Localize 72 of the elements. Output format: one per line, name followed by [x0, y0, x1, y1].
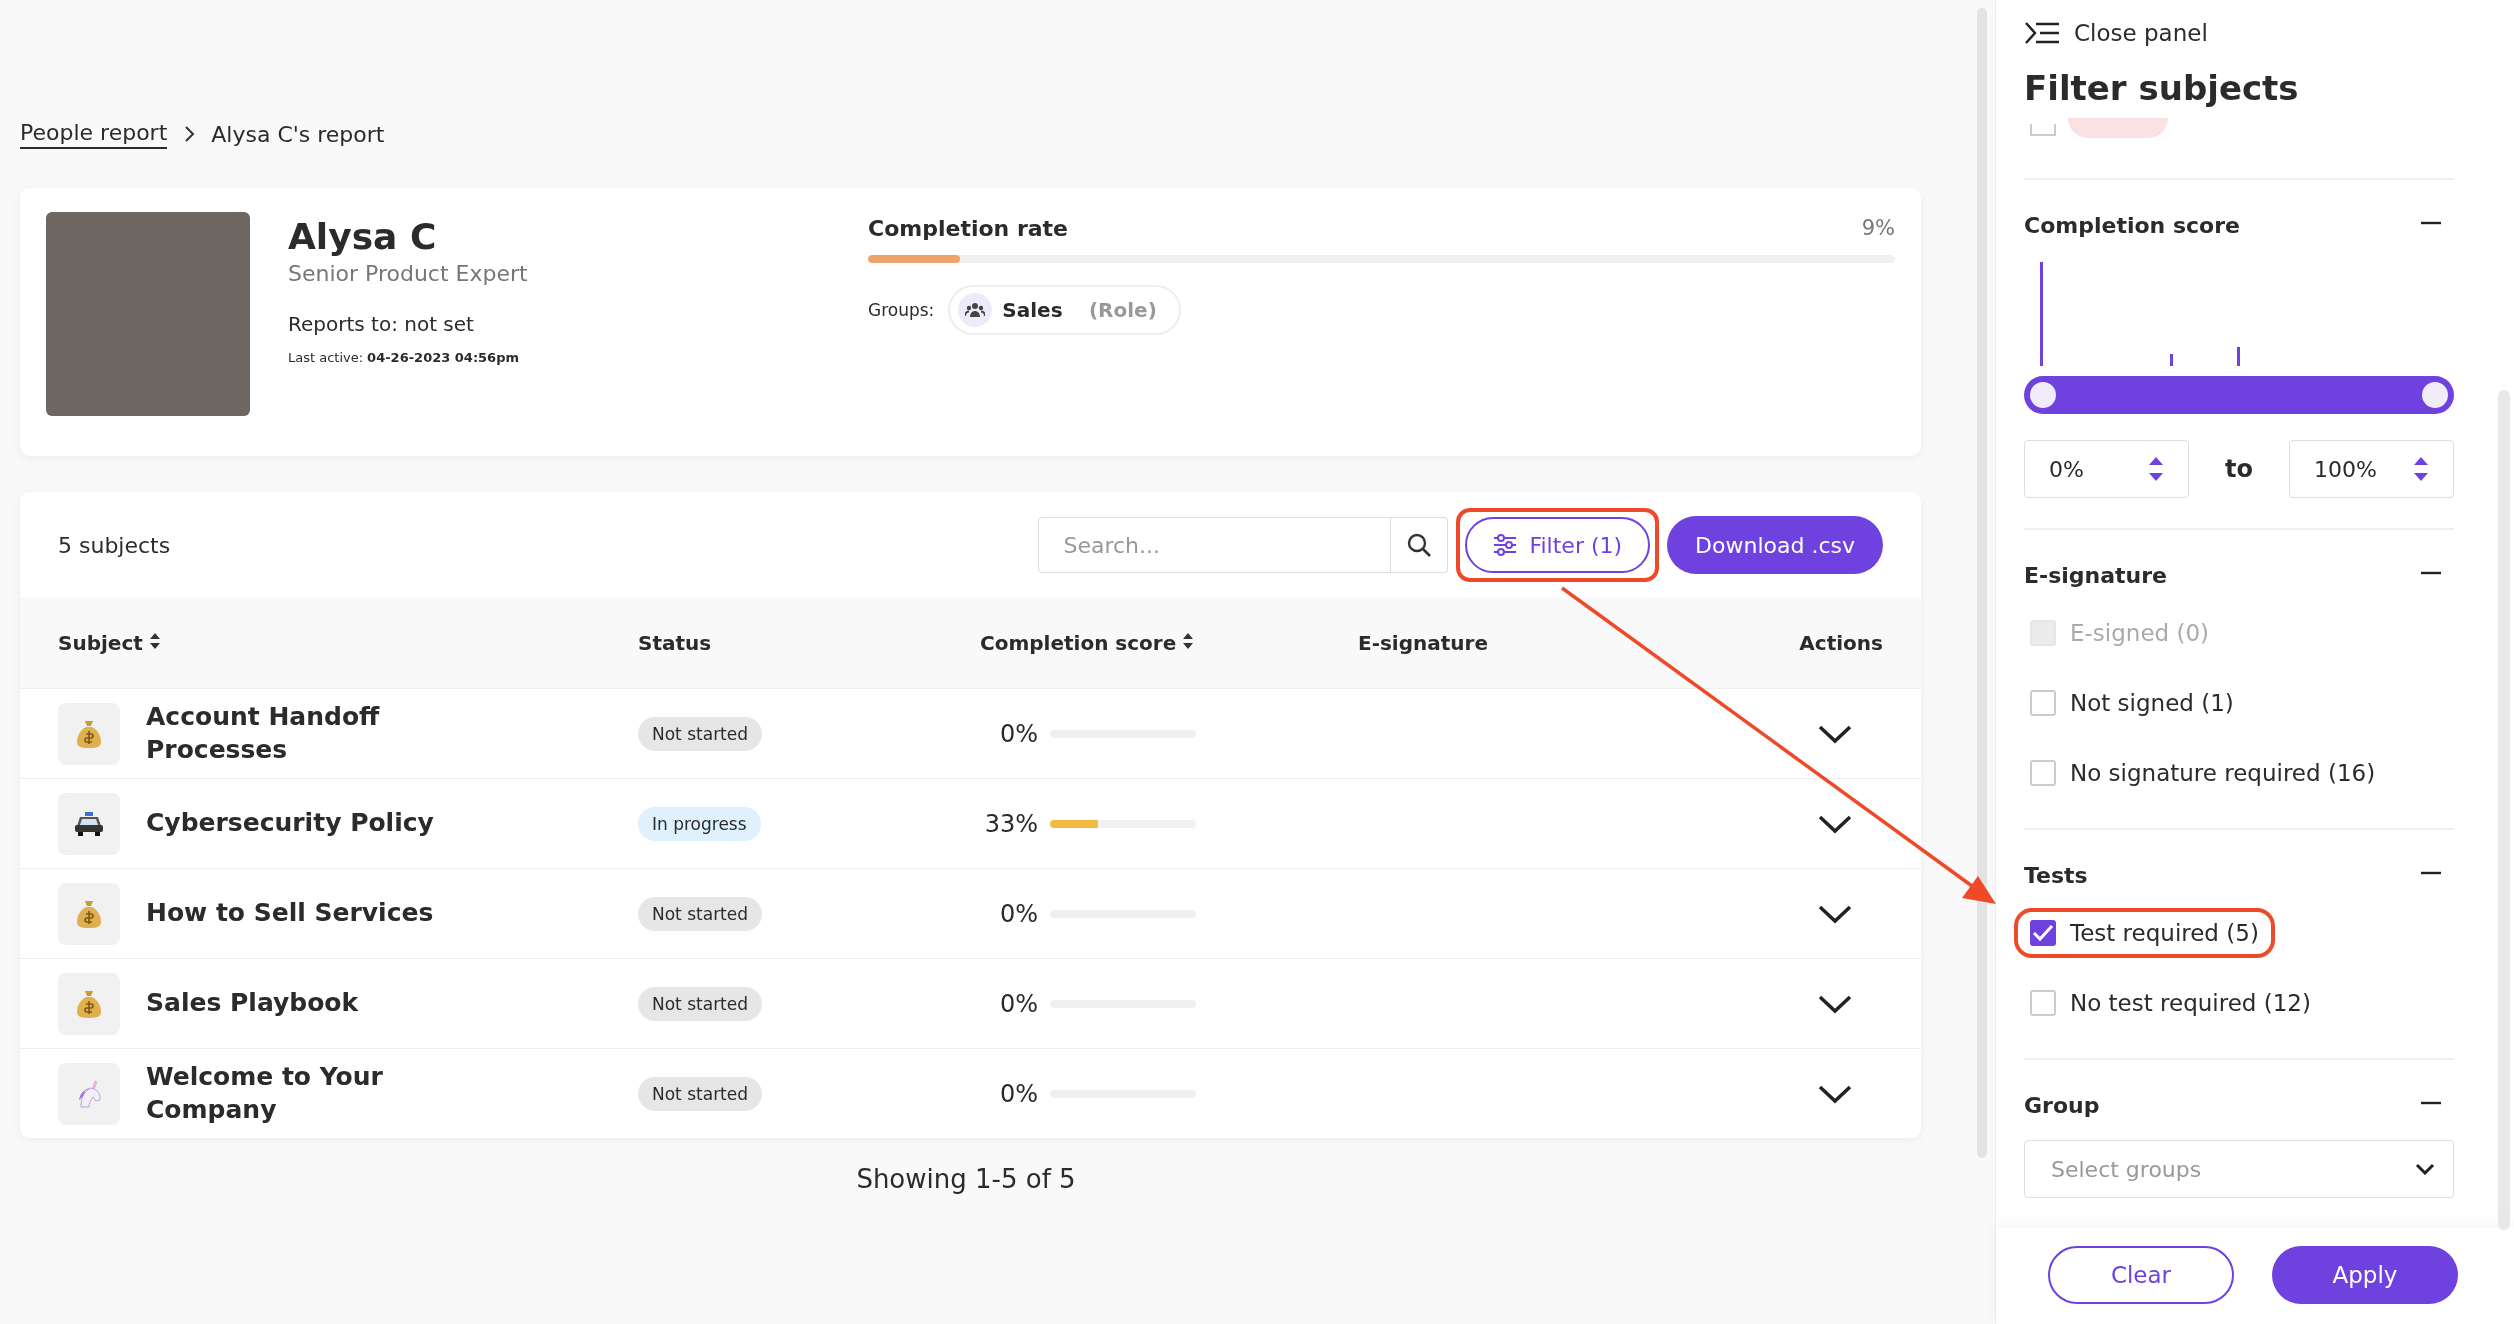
slider-thumb[interactable] [2030, 382, 2056, 408]
collapse-panel-icon [2024, 21, 2060, 45]
chevron-down-icon[interactable] [2415, 1163, 2435, 1175]
section-title: Tests [2024, 862, 2088, 888]
subject-title[interactable]: Welcome to Your Company [146, 1061, 486, 1126]
checkbox-label[interactable]: Not signed (1) [2070, 690, 2234, 716]
status-badge: In progress [638, 806, 761, 841]
chevron-down-icon[interactable] [1817, 813, 1853, 834]
groups-label: Groups: [868, 300, 935, 320]
sliders-icon [1493, 534, 1518, 556]
scrollbar[interactable] [1977, 8, 1987, 1158]
checkbox-label[interactable]: No test required (12) [2070, 990, 2311, 1016]
chevron-down-icon[interactable] [1817, 723, 1853, 744]
completion-rate-value: 9% [1861, 216, 1895, 241]
group-chip[interactable]: Sales (Role) [948, 285, 1181, 335]
section-title: Group [2024, 1092, 2100, 1118]
column-header: Status [638, 631, 712, 655]
job-title: Senior Product Expert [288, 261, 529, 286]
checkbox[interactable] [2030, 920, 2056, 946]
section-title: E-signature [2024, 562, 2167, 588]
last-active-date: 04-26-2023 04:56pm [367, 350, 520, 365]
subject-title[interactable]: Cybersecurity Policy [146, 807, 486, 840]
histogram-bar [2170, 354, 2173, 366]
checkbox-label[interactable]: No signature required (16) [2070, 760, 2376, 786]
chevron-down-icon[interactable] [1817, 903, 1853, 924]
subject-count: 5 subjects [58, 532, 171, 558]
pagination-summary: Showing 1-5 of 5 [855, 1164, 1077, 1194]
status-badge: Not started [638, 716, 763, 751]
chevron-down-icon[interactable] [1817, 1083, 1853, 1104]
score-value: 0% [998, 1079, 1038, 1108]
status-badge: Not started [638, 896, 763, 931]
score-value: 0% [998, 989, 1038, 1018]
filter-button[interactable]: Filter (1) [1465, 517, 1651, 573]
apply-button[interactable]: Apply [2272, 1246, 2458, 1304]
checkbox-label: E-signed (0) [2070, 620, 2210, 646]
subject-title[interactable]: Account Handoff Processes [146, 701, 486, 766]
person-name: Alysa C [288, 216, 438, 257]
slider-thumb[interactable] [2422, 382, 2448, 408]
search-icon[interactable] [1391, 517, 1449, 573]
number-field[interactable]: 100% [2289, 440, 2454, 498]
status-badge: Not started [638, 986, 763, 1021]
breadcrumb-current: Alysa C's report [211, 121, 385, 147]
search-field[interactable]: Search... [1038, 517, 1392, 573]
score-value: 0% [998, 899, 1038, 928]
chevron-down-icon[interactable] [1817, 993, 1853, 1014]
column-header[interactable]: Subject [58, 631, 143, 655]
people-icon [958, 293, 993, 327]
histogram-bar [2237, 347, 2240, 366]
panel-title: Filter subjects [2024, 68, 2300, 108]
stepper-icon[interactable] [2148, 456, 2164, 482]
breadcrumb-link[interactable]: People report [20, 119, 168, 149]
column-header: Actions [1799, 631, 1883, 655]
score-value: 33% [983, 809, 1038, 838]
range-slider[interactable] [2024, 376, 2454, 414]
score-value: 0% [998, 719, 1038, 748]
reports-to: Reports to: not set [288, 312, 475, 336]
clear-button[interactable]: Clear [2048, 1246, 2234, 1304]
column-header[interactable]: Completion score [980, 631, 1177, 655]
checkbox-label[interactable]: Test required (5) [2070, 920, 2259, 946]
chevron-right-icon [183, 125, 196, 143]
completion-rate-label: Completion rate [868, 216, 1069, 241]
status-badge: Not started [638, 1076, 763, 1111]
range-separator: to [2225, 455, 2253, 483]
download-button[interactable]: Download .csv [1667, 516, 1883, 574]
close-panel-button[interactable]: Close panel [2024, 20, 2208, 46]
section-title: Completion score [2024, 212, 2240, 238]
last-active-label: Last active: [288, 350, 364, 365]
stepper-icon[interactable] [2413, 456, 2429, 482]
subject-title[interactable]: Sales Playbook [146, 987, 486, 1020]
subject-title[interactable]: How to Sell Services [146, 897, 486, 930]
number-field[interactable]: 0% [2024, 440, 2189, 498]
column-header: E-signature [1358, 631, 1488, 655]
